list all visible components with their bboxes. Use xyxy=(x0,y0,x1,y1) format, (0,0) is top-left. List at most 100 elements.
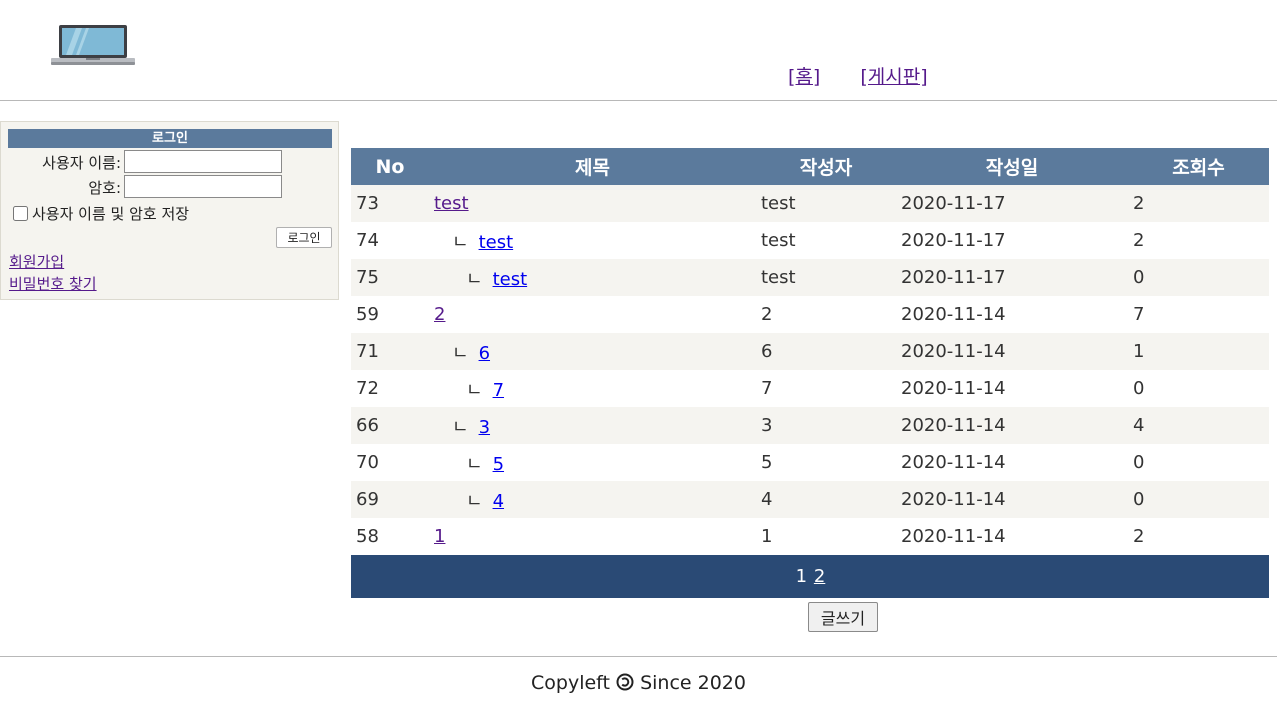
footer-prefix: Copyleft xyxy=(531,672,610,694)
cell-writer: 3 xyxy=(756,407,896,444)
cell-hits: 2 xyxy=(1128,518,1269,555)
cell-date: 2020-11-14 xyxy=(896,481,1128,518)
cell-hits: 0 xyxy=(1128,444,1269,481)
remember-label: 사용자 이름 및 암호 저장 xyxy=(32,205,190,223)
cell-hits: 4 xyxy=(1128,407,1269,444)
title-wrap: test xyxy=(434,193,469,214)
post-title-link[interactable]: test xyxy=(434,193,469,214)
col-date: 작성일 xyxy=(896,148,1128,185)
cell-date: 2020-11-14 xyxy=(896,407,1128,444)
reply-marker: ㄴ xyxy=(466,379,483,401)
board-list: No 제목 작성자 작성일 조회수 73 test test 2020-11-17 2 7… xyxy=(351,148,1269,598)
username-label: 사용자 이름: xyxy=(42,154,121,172)
post-title-link[interactable]: 5 xyxy=(493,454,504,475)
col-no: No xyxy=(351,148,429,185)
title-wrap: ㄴ7 xyxy=(434,376,504,402)
cell-title: ㄴ3 xyxy=(429,407,756,444)
table-row: 69 ㄴ 4 4 2020-11-14 0 xyxy=(351,481,1269,518)
cell-date: 2020-11-17 xyxy=(896,185,1128,222)
reply-marker: ㄴ xyxy=(452,342,469,364)
title-wrap: ㄴ4 xyxy=(434,487,504,513)
post-title-link[interactable]: 4 xyxy=(493,491,504,512)
table-row: 66 ㄴ 3 3 2020-11-14 4 xyxy=(351,407,1269,444)
cell-hits: 7 xyxy=(1128,296,1269,333)
reply-marker: ㄴ xyxy=(466,268,483,290)
cell-title: test xyxy=(429,185,756,222)
cell-hits: 0 xyxy=(1128,259,1269,296)
title-wrap: ㄴ6 xyxy=(434,339,490,365)
table-row: 75 ㄴ test test 2020-11-17 0 xyxy=(351,259,1269,296)
cell-no: 59 xyxy=(351,296,429,333)
post-title-link[interactable]: 3 xyxy=(479,417,490,438)
username-input[interactable] xyxy=(124,150,282,173)
pagination: 1 2 xyxy=(351,555,1269,598)
cell-title: ㄴ4 xyxy=(429,481,756,518)
password-input[interactable] xyxy=(124,175,282,198)
cell-writer: test xyxy=(756,185,896,222)
cell-date: 2020-11-17 xyxy=(896,222,1128,259)
post-title-link[interactable]: 2 xyxy=(434,304,445,325)
cell-title: ㄴ6 xyxy=(429,333,756,370)
cell-title: ㄴ test xyxy=(429,222,756,259)
footer-suffix: Since 2020 xyxy=(640,672,746,694)
cell-date: 2020-11-17 xyxy=(896,259,1128,296)
post-title-link[interactable]: 7 xyxy=(493,380,504,401)
cell-date: 2020-11-14 xyxy=(896,518,1128,555)
cell-hits: 1 xyxy=(1128,333,1269,370)
cell-title: ㄴ7 xyxy=(429,370,756,407)
table-row: 70 ㄴ 5 5 2020-11-14 0 xyxy=(351,444,1269,481)
title-wrap: ㄴ test xyxy=(434,228,513,254)
col-writer: 작성자 xyxy=(756,148,896,185)
table-row: 58 1 1 2020-11-14 2 xyxy=(351,518,1269,555)
password-label: 암호: xyxy=(88,179,121,197)
reply-marker: ㄴ xyxy=(466,490,483,512)
cell-writer: 7 xyxy=(756,370,896,407)
cell-no: 72 xyxy=(351,370,429,407)
page-link[interactable]: 2 xyxy=(814,566,825,587)
write-post-button[interactable]: 글쓰기 xyxy=(808,602,878,632)
cell-no: 66 xyxy=(351,407,429,444)
table-row: 72 ㄴ 7 7 2020-11-14 0 xyxy=(351,370,1269,407)
cell-no: 70 xyxy=(351,444,429,481)
footer-divider xyxy=(0,656,1277,657)
title-wrap: 1 xyxy=(434,526,445,547)
page-current: 1 xyxy=(795,566,808,587)
login-panel: 로그인 사용자 이름: 암호: 사용자 이름 및 암호 저장 로그인 회원가입 … xyxy=(0,121,339,300)
post-title-link[interactable]: test xyxy=(479,232,514,253)
reply-marker: ㄴ xyxy=(466,453,483,475)
nav-home-link[interactable]: [홈] xyxy=(788,62,820,89)
title-wrap: ㄴ test xyxy=(434,265,527,291)
cell-no: 74 xyxy=(351,222,429,259)
title-wrap: ㄴ5 xyxy=(434,450,504,476)
post-title-link[interactable]: 1 xyxy=(434,526,445,547)
cell-hits: 2 xyxy=(1128,222,1269,259)
post-table: No 제목 작성자 작성일 조회수 73 test test 2020-11-17 2 7… xyxy=(351,148,1269,555)
cell-date: 2020-11-14 xyxy=(896,370,1128,407)
remember-checkbox[interactable] xyxy=(13,206,28,221)
cell-writer: 1 xyxy=(756,518,896,555)
table-header-row: No 제목 작성자 작성일 조회수 xyxy=(351,148,1269,185)
remember-option: 사용자 이름 및 암호 저장 xyxy=(13,203,189,224)
cell-title: 2 xyxy=(429,296,756,333)
title-wrap: ㄴ3 xyxy=(434,413,490,439)
post-title-link[interactable]: 6 xyxy=(479,343,490,364)
cell-writer: test xyxy=(756,222,896,259)
cell-hits: 0 xyxy=(1128,370,1269,407)
nav-board-link[interactable]: [게시판] xyxy=(860,62,927,89)
login-button[interactable]: 로그인 xyxy=(276,227,332,248)
cell-title: ㄴ5 xyxy=(429,444,756,481)
cell-date: 2020-11-14 xyxy=(896,296,1128,333)
cell-no: 58 xyxy=(351,518,429,555)
post-title-link[interactable]: test xyxy=(493,269,528,290)
cell-writer: 4 xyxy=(756,481,896,518)
table-row: 71 ㄴ 6 6 2020-11-14 1 xyxy=(351,333,1269,370)
find-password-link[interactable]: 비밀번호 찾기 xyxy=(9,273,97,294)
col-hits: 조회수 xyxy=(1128,148,1269,185)
cell-no: 71 xyxy=(351,333,429,370)
header-divider xyxy=(0,100,1277,101)
signup-link[interactable]: 회원가입 xyxy=(9,251,64,272)
cell-writer: 2 xyxy=(756,296,896,333)
table-row: 59 2 2 2020-11-14 7 xyxy=(351,296,1269,333)
table-row: 73 test test 2020-11-17 2 xyxy=(351,185,1269,222)
cell-no: 73 xyxy=(351,185,429,222)
